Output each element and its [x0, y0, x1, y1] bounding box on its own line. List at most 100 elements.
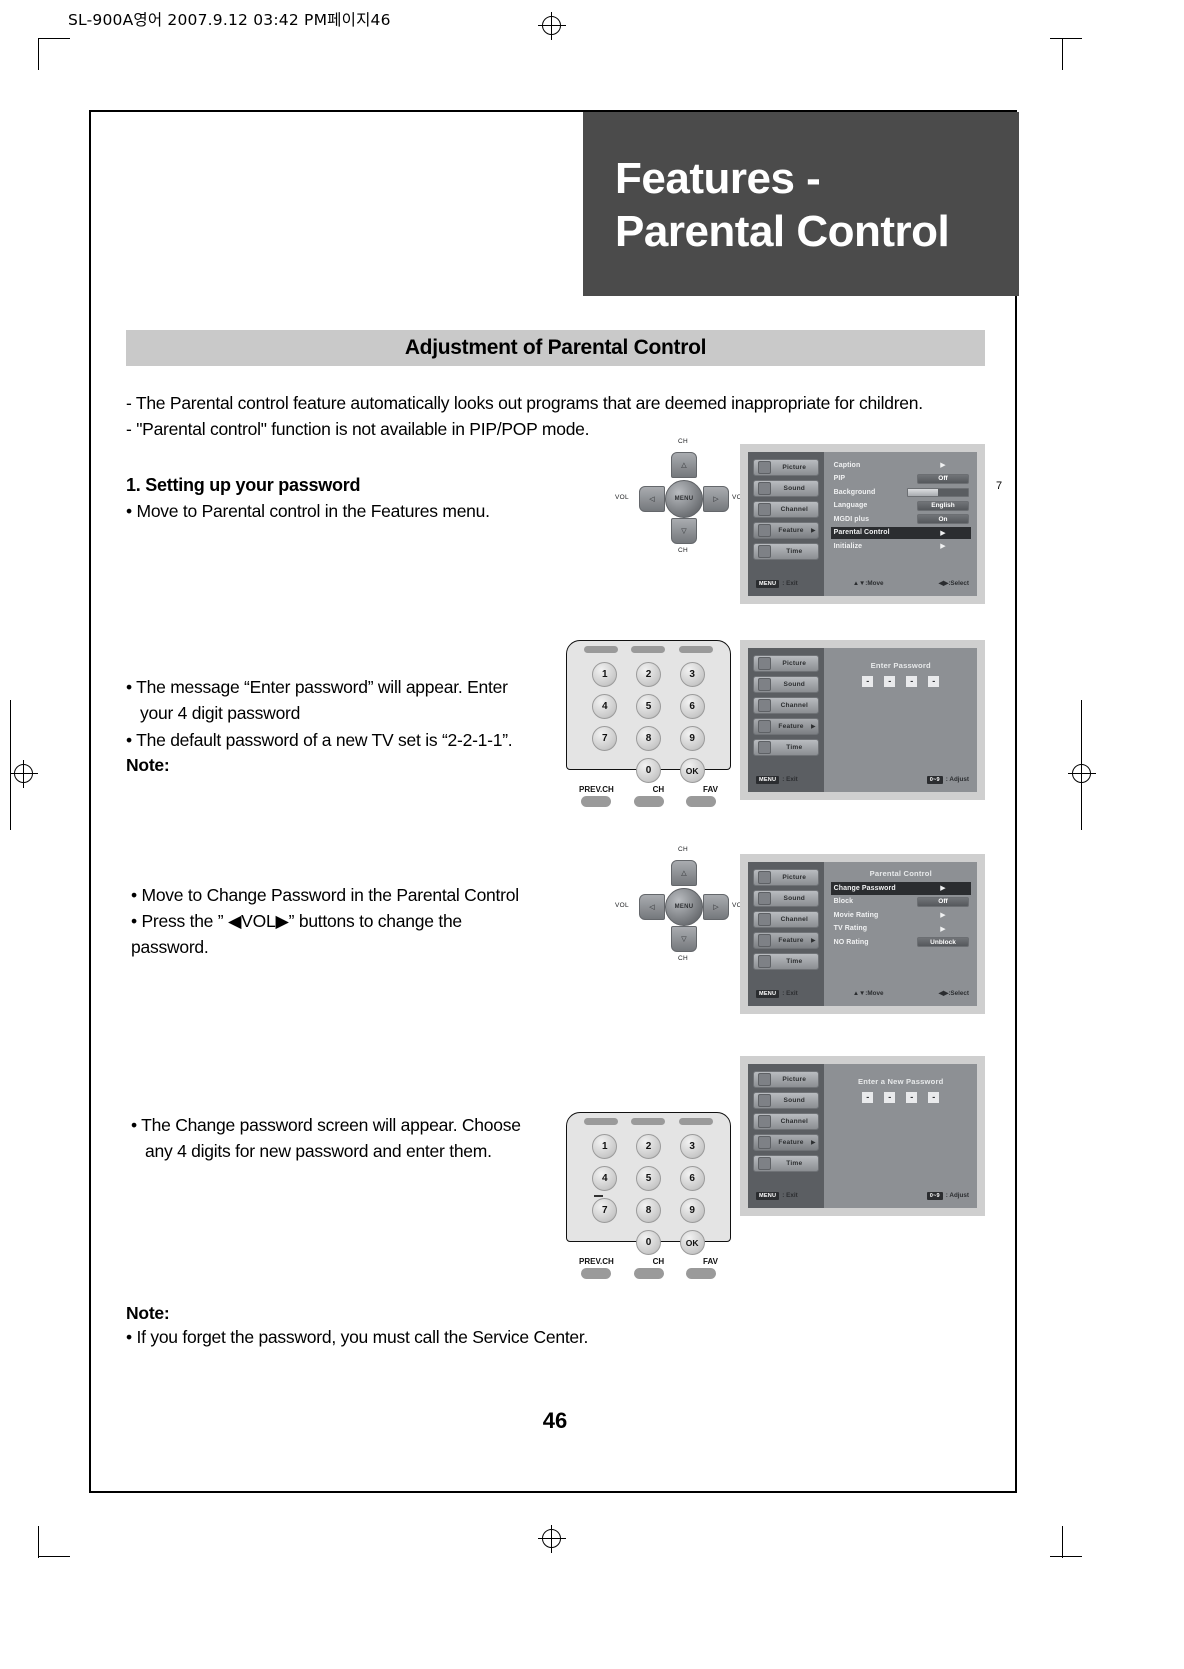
- osd3-sidebar-item-channel[interactable]: Channel: [753, 911, 819, 928]
- osd1-sidebar-item-time[interactable]: Time: [753, 543, 819, 560]
- keypad1-key-1[interactable]: 1: [592, 662, 618, 687]
- dpad-left-button-2[interactable]: ◁: [639, 894, 665, 920]
- keypad1-bot-btn-c[interactable]: [686, 796, 716, 807]
- keypad2-key-7[interactable]: 7: [592, 1198, 618, 1223]
- osd1-slider-background[interactable]: [907, 487, 969, 497]
- osd3-sidebar: Picture Sound Channel Feature ▶ Time: [748, 862, 824, 1006]
- osd4-password-digit-2[interactable]: -: [884, 1092, 896, 1103]
- keypad2-key-0[interactable]: 0: [635, 1230, 661, 1255]
- keypad1-key-6[interactable]: 6: [679, 694, 705, 719]
- keypad2-top-btn-a[interactable]: [583, 1118, 618, 1125]
- osd2-sidebar-item-feature[interactable]: Feature ▶: [753, 718, 819, 735]
- osd1-row-language[interactable]: Language English: [831, 500, 971, 513]
- osd2-password-digit-2[interactable]: -: [884, 676, 896, 687]
- osd4-sidebar-item-sound[interactable]: Sound: [753, 1092, 819, 1109]
- keypad1-key-4[interactable]: 4: [592, 694, 618, 719]
- keypad2-key-2[interactable]: 2: [635, 1134, 661, 1159]
- osd3-sidebar-item-feature[interactable]: Feature ▶: [753, 932, 819, 949]
- dpad-menu-button-1[interactable]: MENU: [665, 480, 703, 518]
- keypad1-top-btn-a[interactable]: [583, 646, 618, 653]
- registration-mark-top: [538, 12, 566, 40]
- dpad-up-button-2[interactable]: △: [671, 860, 697, 886]
- osd4-sidebar-item-channel[interactable]: Channel: [753, 1113, 819, 1130]
- osd1-sidebar-item-feature[interactable]: Feature ▶: [753, 522, 819, 539]
- osd3-row-tv-rating[interactable]: TV Rating ▶: [831, 923, 971, 936]
- remote-keypad-1[interactable]: 1 2 3 4 5 6 7 8 9 0 OK PREV.CH CH FAV: [566, 640, 731, 807]
- osd2-password-digit-4[interactable]: -: [928, 676, 940, 687]
- keypad2-bot-btn-b[interactable]: [633, 1268, 664, 1279]
- keypad2-top-btn-b[interactable]: [631, 1118, 666, 1125]
- keypad1-top-btn-b[interactable]: [631, 646, 666, 653]
- remote-dpad-2[interactable]: CH CH VOL VOL △ ▽ ◁ ▷ MENU: [615, 846, 746, 966]
- keypad2-key-3[interactable]: 3: [679, 1134, 705, 1159]
- osd2-password-boxes[interactable]: - - - -: [831, 676, 971, 687]
- keypad1-key-9[interactable]: 9: [679, 726, 705, 751]
- keypad2-key-6[interactable]: 6: [679, 1166, 705, 1191]
- keypad1-key-7[interactable]: 7: [592, 726, 618, 751]
- section-heading-text: Adjustment of Parental Control: [404, 336, 707, 359]
- osd1-row-initialize[interactable]: Initialize ▶: [831, 540, 971, 553]
- keypad1-key-5[interactable]: 5: [635, 694, 661, 719]
- osd1-row-mgdi-plus[interactable]: MGDI plus On: [831, 513, 971, 526]
- keypad2-key-9[interactable]: 9: [679, 1198, 705, 1223]
- osd2-sidebar-item-sound[interactable]: Sound: [753, 676, 819, 693]
- keypad2-key-4[interactable]: 4: [592, 1166, 618, 1191]
- keypad1-bot-btn-a[interactable]: [581, 796, 611, 807]
- osd4-sidebar-item-feature[interactable]: Feature ▶: [753, 1134, 819, 1151]
- osd3-sidebar-item-sound[interactable]: Sound: [753, 890, 819, 907]
- clock-icon: [758, 545, 771, 558]
- keypad1-key-8[interactable]: 8: [635, 726, 661, 751]
- page-title-banner: Features - Parental Control: [583, 112, 1019, 296]
- osd2-sidebar-item-channel[interactable]: Channel: [753, 697, 819, 714]
- remote-keypad-2[interactable]: 1 2 3 4 5 6 7 8 9 0 OK PREV.CH CH FAV: [566, 1112, 731, 1279]
- osd4-password-digit-4[interactable]: -: [928, 1092, 940, 1103]
- osd3-row-no-rating[interactable]: NO Rating Unblock: [831, 936, 971, 949]
- osd1-row-caption[interactable]: Caption ▶: [831, 459, 971, 472]
- osd3-help-menu-key: MENU: [756, 989, 780, 998]
- step1-bullet: • Move to Parental control in the Featur…: [126, 501, 490, 521]
- step2-note-text: • The default password of a new TV set i…: [126, 730, 513, 750]
- remote-dpad-1[interactable]: CH CH VOL VOL △ ▽ ◁ ▷ MENU: [615, 438, 746, 558]
- keypad1-bot-btn-b[interactable]: [633, 796, 664, 807]
- osd3-row-movie-rating[interactable]: Movie Rating ▶: [831, 909, 971, 922]
- osd1-sidebar-item-picture[interactable]: Picture: [753, 459, 819, 476]
- keypad2-key-5[interactable]: 5: [635, 1166, 661, 1191]
- dpad-left-button-1[interactable]: ◁: [639, 486, 665, 512]
- dpad-up-button-1[interactable]: △: [671, 452, 697, 478]
- keypad2-bot-btn-a[interactable]: [581, 1268, 611, 1279]
- osd2-password-digit-3[interactable]: -: [906, 676, 918, 687]
- osd2-sidebar-item-picture[interactable]: Picture: [753, 655, 819, 672]
- keypad2-key-1[interactable]: 1: [592, 1134, 618, 1159]
- dpad-down-button-1[interactable]: ▽: [671, 518, 697, 544]
- keypad1-top-btn-c[interactable]: [679, 646, 714, 653]
- dpad-down-button-2[interactable]: ▽: [671, 926, 697, 952]
- osd2-password-digit-1[interactable]: -: [862, 676, 874, 687]
- dpad-right-button-1[interactable]: ▷: [703, 486, 729, 512]
- keypad1-key-3[interactable]: 3: [679, 662, 705, 687]
- keypad2-bot-btn-c[interactable]: [686, 1268, 716, 1279]
- osd3-arrow-tv-rating: ▶: [940, 925, 946, 933]
- keypad2-top-btn-c[interactable]: [679, 1118, 714, 1125]
- osd3-row-block[interactable]: Block Off: [831, 896, 971, 909]
- keypad1-key-2[interactable]: 2: [635, 662, 661, 687]
- dpad-menu-button-2[interactable]: MENU: [665, 888, 703, 926]
- osd1-sidebar-item-sound[interactable]: Sound: [753, 480, 819, 497]
- keypad1-key-ok[interactable]: OK: [679, 758, 705, 783]
- osd3-row-change-password[interactable]: Change Password ▶: [830, 882, 971, 895]
- osd4-password-boxes[interactable]: - - - -: [831, 1092, 971, 1103]
- osd4-password-digit-3[interactable]: -: [906, 1092, 918, 1103]
- osd3-sidebar-item-time[interactable]: Time: [753, 953, 819, 970]
- keypad2-key-8[interactable]: 8: [635, 1198, 661, 1223]
- osd2-sidebar-item-time[interactable]: Time: [753, 739, 819, 756]
- osd1-sidebar-item-channel[interactable]: Channel: [753, 501, 819, 518]
- osd4-password-digit-1[interactable]: -: [862, 1092, 874, 1103]
- keypad1-key-0[interactable]: 0: [635, 758, 661, 783]
- osd1-row-parental-control[interactable]: Parental Control ▶: [830, 526, 971, 539]
- keypad2-key-ok[interactable]: OK: [679, 1230, 705, 1255]
- dpad-right-button-2[interactable]: ▷: [703, 894, 729, 920]
- osd4-sidebar-item-picture[interactable]: Picture: [753, 1071, 819, 1088]
- osd1-row-background[interactable]: Background: [831, 486, 971, 499]
- osd3-sidebar-item-picture[interactable]: Picture: [753, 869, 819, 886]
- osd1-row-pip[interactable]: PIP Off: [831, 473, 971, 486]
- osd4-sidebar-item-time[interactable]: Time: [753, 1155, 819, 1172]
